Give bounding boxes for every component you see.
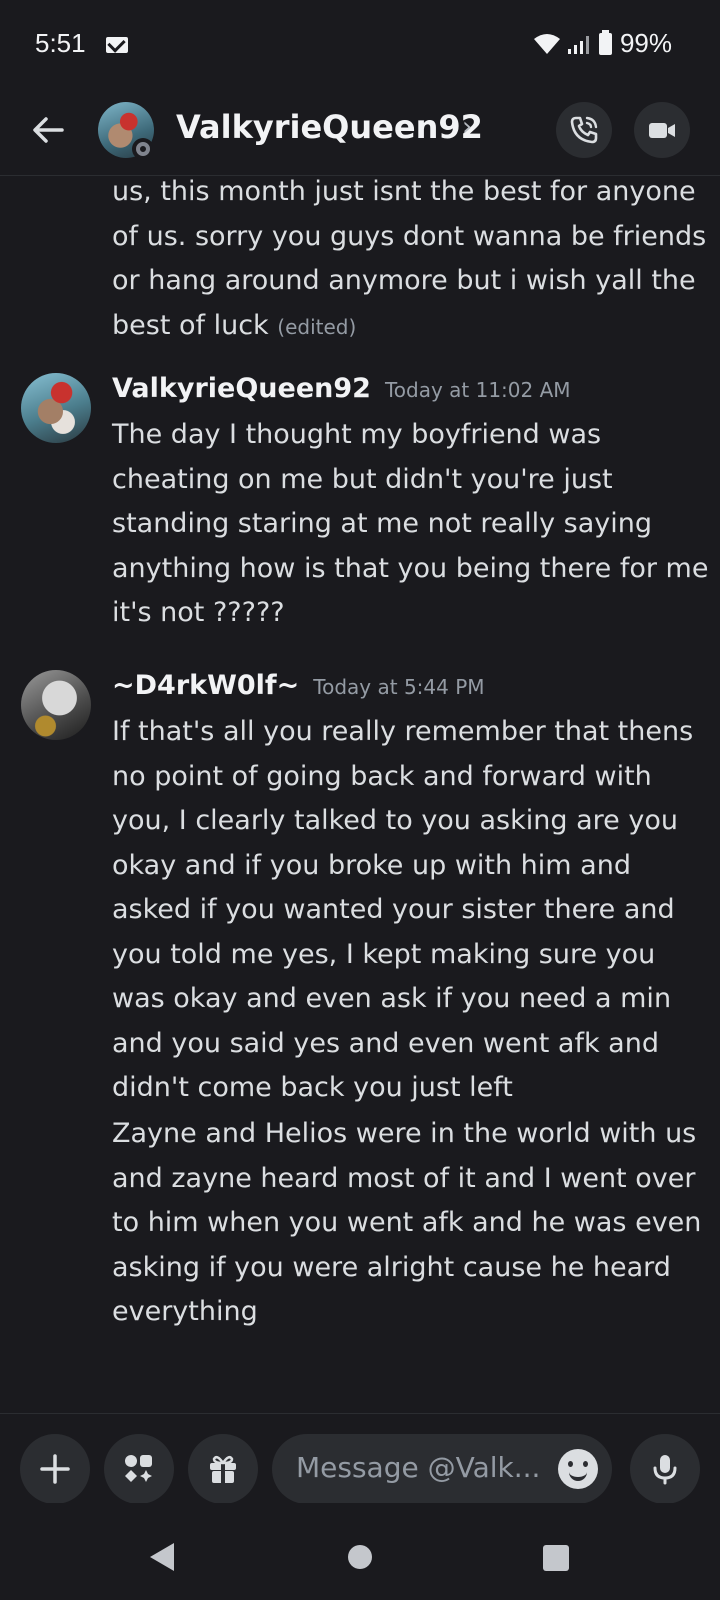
mail-icon — [106, 37, 128, 53]
edited-tag: (edited) — [277, 314, 357, 339]
message-composer: Message @Valk... — [0, 1413, 720, 1504]
timestamp: Today at 11:02 AM — [384, 378, 571, 402]
chevron-right-icon[interactable]: › — [462, 112, 472, 142]
emoji-icon[interactable] — [558, 1449, 598, 1489]
message-input[interactable]: Message @Valk... — [272, 1434, 612, 1504]
message-text: The day I thought my boyfriend was cheat… — [112, 419, 709, 628]
battery-percent: 99% — [619, 28, 672, 58]
apps-icon — [125, 1455, 152, 1482]
voice-call-button[interactable] — [556, 102, 612, 158]
video-camera-icon — [649, 123, 675, 138]
video-call-button[interactable] — [634, 102, 690, 158]
author-name[interactable]: ~D4rkW0lf~ — [112, 670, 299, 701]
message-text: Zayne and Helios were in the world with … — [112, 1118, 702, 1327]
message-input-placeholder: Message @Valk... — [296, 1451, 541, 1484]
status-bar: 5:51 99% — [0, 0, 720, 90]
avatar[interactable] — [21, 373, 91, 443]
nav-recents-icon[interactable] — [543, 1545, 569, 1571]
phone-call-icon — [570, 116, 598, 144]
microphone-icon — [653, 1455, 677, 1485]
message-header: ValkyrieQueen92 Today at 11:02 AM — [112, 373, 571, 404]
nav-back-icon[interactable] — [150, 1543, 174, 1571]
message-text: us, this month just isnt the best for an… — [112, 177, 707, 341]
voice-message-button[interactable] — [630, 1434, 700, 1504]
gift-icon — [210, 1455, 236, 1483]
apps-button[interactable] — [104, 1434, 174, 1504]
signal-icon — [567, 35, 589, 54]
author-name[interactable]: ValkyrieQueen92 — [112, 373, 371, 404]
status-right: 99% — [533, 28, 672, 59]
attach-button[interactable] — [20, 1434, 90, 1504]
message-header: ~D4rkW0lf~ Today at 5:44 PM — [112, 670, 485, 701]
system-nav-bar — [0, 1503, 720, 1600]
message-list[interactable]: us, this month just isnt the best for an… — [0, 177, 720, 1413]
status-offline-icon — [132, 138, 154, 160]
chat-header: ValkyrieQueen92 › — [0, 90, 720, 176]
wifi-icon — [533, 33, 560, 54]
avatar[interactable] — [21, 670, 91, 740]
message-text: If that's all you really remember that t… — [112, 716, 694, 1103]
plus-icon — [40, 1454, 70, 1484]
page-title[interactable]: ValkyrieQueen92 — [176, 108, 483, 146]
nav-home-icon[interactable] — [348, 1545, 372, 1569]
message-continued: us, this month just isnt the best for an… — [112, 177, 712, 349]
status-time: 5:51 — [35, 28, 86, 58]
battery-icon — [598, 29, 612, 55]
gift-button[interactable] — [188, 1434, 258, 1504]
back-arrow-icon[interactable] — [30, 112, 66, 148]
timestamp: Today at 5:44 PM — [313, 675, 485, 699]
